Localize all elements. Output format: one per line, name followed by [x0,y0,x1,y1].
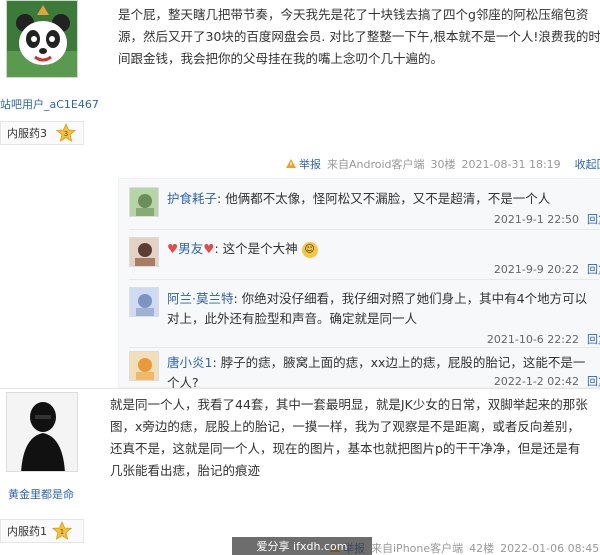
post1-rank-label: 内服药3 [7,127,47,140]
post1-meta: 举报 来自Android客户端 30楼 2021-08-31 18:19 收起回… [286,156,600,172]
reply-avatar[interactable] [129,237,159,267]
avatar-panda[interactable] [6,0,78,78]
svg-text:1: 1 [60,528,64,536]
reply-button[interactable]: 回复 [587,333,600,346]
avatar-silhouette[interactable] [6,392,78,472]
reply-avatar[interactable] [129,351,159,381]
post2-datetime: 2022-01-06 08:45 [500,541,600,555]
divider [129,229,599,230]
report-icon [286,159,296,168]
heart-icon: ♥ [167,241,179,256]
reply-author[interactable]: 阿兰·莫兰特 [167,291,233,306]
emoji-icon: ☺ [301,241,318,258]
reply-text: 这个是个大神 [222,241,298,256]
post1-floor: 30楼 [430,158,456,171]
reply-avatar[interactable] [129,287,159,317]
watermark: 爱分享 ifxdh.com [232,537,372,555]
post2-source: 来自iPhone客户端 [371,542,464,555]
post1-source: 来自Android客户端 [327,158,425,171]
reply-time: 2021-10-6 22:22 [486,333,579,346]
post1-datetime: 2021-08-31 18:19 [461,157,561,171]
person-silhouette-icon [7,393,77,471]
reply-author[interactable]: 男友 [178,241,203,256]
collapse-reply-link[interactable]: 收起回复 [575,156,600,172]
post2-floor: 42楼 [469,542,495,555]
reply-time: 2021-9-9 20:22 [493,263,579,276]
divider [129,279,599,280]
reply-text: 他俩都不太像，怪阿松又不漏脸，又不是超清，不是一个人 [225,191,551,206]
post-divider [0,388,600,389]
reply-time: 2022-1-2 02:42 [493,375,579,388]
reply-author[interactable]: 护食耗子 [167,191,217,206]
post1-content: 是个屁，整天瞎几把带节奏，今天我先是花了十块钱去搞了四个g邻座的阿松压缩包资源，… [118,7,600,66]
post2-content: 就是同一个人，我看了44套，其中一套最明显，就是JK少女的日常，双脚举起来的那张… [110,397,588,478]
post2-username[interactable]: 黄金里都是命 [8,486,74,502]
level-badge-icon: 3 [55,122,77,143]
panda-icon [7,1,77,77]
post2-rank-label: 内服药1 [7,525,47,538]
post1-username[interactable]: 站吧用户_aC1E467 [0,96,99,112]
level-badge-icon: 1 [51,520,73,541]
reply-button[interactable]: 回复 [587,263,600,276]
reply-time: 2021-9-1 22:50 [493,213,579,226]
reply-button[interactable]: 回复 [587,375,600,388]
reply-button[interactable]: 回复 [587,213,600,226]
svg-text:3: 3 [64,130,68,138]
divider [129,347,599,348]
reply-list: 护食耗子: 他俩都不太像，怪阿松又不漏脸，又不是超清，不是一个人 2021-9-… [118,178,600,390]
reply-author[interactable]: 唐小炎1 [167,355,212,370]
heart-icon: ♥ [203,241,215,256]
reply-avatar[interactable] [129,187,159,217]
report-button[interactable]: 举报 [286,156,321,172]
